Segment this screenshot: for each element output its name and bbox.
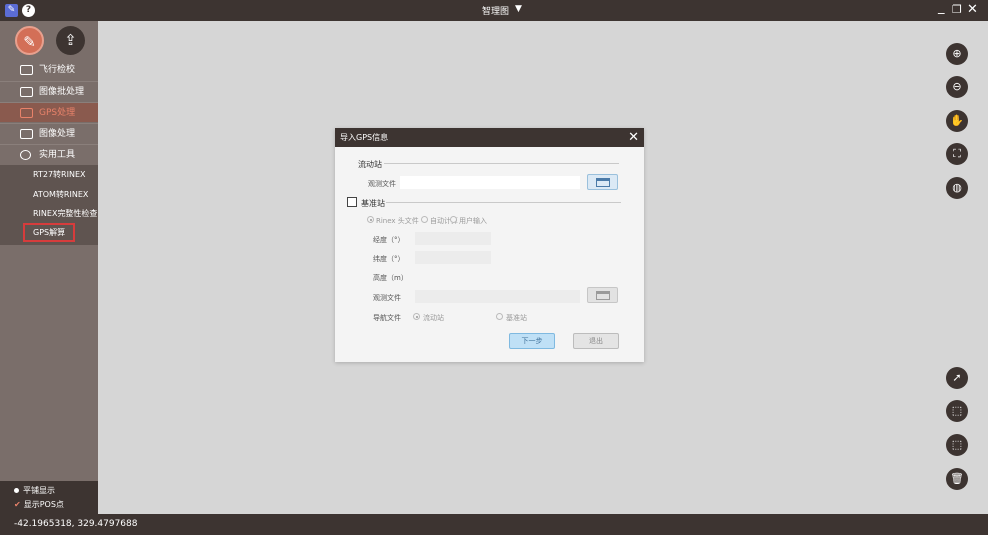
sidebar-item-batch-image[interactable]: 图像批处理 <box>0 81 98 101</box>
submenu-item-gps-solve[interactable]: GPS解算 <box>23 223 75 242</box>
check-icon: ✔ <box>14 500 21 509</box>
rover-section-label: 流动站 <box>358 160 382 169</box>
next-button[interactable]: 下一步 <box>509 333 555 349</box>
radio-nav-rover[interactable] <box>413 313 420 320</box>
exit-button[interactable]: 退出 <box>573 333 619 349</box>
rover-obs-file-input[interactable] <box>400 176 580 189</box>
deselect-box-button[interactable]: ⬚ <box>946 434 968 456</box>
rover-browse-button[interactable] <box>587 174 618 190</box>
nav-file-label: 导航文件 <box>373 314 401 322</box>
base-obs-file-input[interactable] <box>415 290 580 303</box>
radio-nav-base-label: 基准站 <box>506 314 527 322</box>
globe-button[interactable]: ◍ <box>946 177 968 199</box>
divider <box>386 202 621 203</box>
zoom-in-button[interactable]: ⊕ <box>946 43 968 65</box>
sidebar-item-utilities[interactable]: 实用工具 <box>0 144 98 164</box>
title-bar: ✎ ? 智理图 ▼ _ ❐ ✕ <box>0 0 988 21</box>
tile-display-label: 平铺显示 <box>23 486 55 495</box>
submenu-item-rt27-rinex[interactable]: RT27转RINEX <box>0 165 98 184</box>
radio-rinex-header[interactable] <box>367 216 374 223</box>
sidebar-item-gps[interactable]: GPS处理 <box>0 102 98 122</box>
radio-nav-rover-label: 流动站 <box>423 314 444 322</box>
camera-icon <box>20 65 33 75</box>
image-processing-icon <box>20 129 33 139</box>
sidebar-item-label: 图像批处理 <box>39 87 85 97</box>
base-section-label: 基准站 <box>361 199 385 208</box>
pan-button[interactable]: ✋ <box>946 110 968 132</box>
cursor-coordinates: -42.1965318, 329.4797688 <box>14 519 138 529</box>
latitude-input[interactable] <box>415 251 491 264</box>
latitude-label: 纬度（°） <box>373 255 405 263</box>
base-obs-file-label: 观测文件 <box>373 294 401 302</box>
tile-display-option[interactable]: 平铺显示 <box>14 485 55 496</box>
show-pos-option[interactable]: ✔ 显示POS点 <box>14 499 64 510</box>
submenu-item-rinex-check[interactable]: RINEX完整性检查 <box>0 204 98 223</box>
minimize-button[interactable]: _ <box>938 0 945 16</box>
sidebar-item-label: 飞行检校 <box>39 65 76 75</box>
wrench-icon <box>20 150 31 160</box>
satellite-icon <box>20 108 33 118</box>
longitude-input[interactable] <box>415 232 491 245</box>
radio-user-input-label: 用户输入 <box>459 217 487 225</box>
pan-hand-icon: ✋ <box>950 114 964 127</box>
sidebar-item-flight-calibration[interactable]: 飞行检校 <box>0 60 98 80</box>
help-icon[interactable]: ? <box>22 4 35 17</box>
deselect-box-icon: ⬚ <box>951 438 963 451</box>
zoom-in-icon: ⊕ <box>952 47 962 60</box>
close-icon[interactable]: ✕ <box>628 128 639 147</box>
app-logo-icon: ✎ <box>5 4 18 17</box>
trash-icon: 🗑 <box>950 472 964 485</box>
radio-auto-compute[interactable] <box>421 216 428 223</box>
delete-button[interactable]: 🗑 <box>946 468 968 490</box>
zoom-out-button[interactable]: ⊖ <box>946 76 968 98</box>
zoom-out-icon: ⊖ <box>952 80 962 93</box>
brush-tool-button[interactable]: ✎ <box>15 26 44 55</box>
title-dropdown-caret-icon[interactable]: ▼ <box>515 4 522 14</box>
divider <box>384 163 619 164</box>
folder-icon <box>596 178 610 187</box>
brush-icon: ✎ <box>23 33 36 51</box>
window-title: 智理图 <box>482 7 510 17</box>
folder-icon <box>596 291 610 300</box>
dialog-header: 导入GPS信息 ✕ <box>335 128 644 147</box>
sidebar-item-label: 图像处理 <box>39 129 76 139</box>
height-label: 高度（m） <box>373 274 408 282</box>
fullscreen-button[interactable]: ⛶ <box>946 143 968 165</box>
select-box-button[interactable]: ⬚ <box>946 400 968 422</box>
status-bar: -42.1965318, 329.4797688 <box>0 514 988 535</box>
restore-button[interactable]: ❐ <box>952 2 962 18</box>
base-station-checkbox[interactable] <box>347 197 357 207</box>
close-window-button[interactable]: ✕ <box>967 2 978 18</box>
select-arrow-button[interactable]: ➚ <box>946 367 968 389</box>
select-box-icon: ⬚ <box>951 404 963 417</box>
upload-icon: ⇪ <box>64 31 77 49</box>
import-gps-dialog: 导入GPS信息 ✕ 流动站 观测文件 基准站 Rinex 头文件 自动计算 用户… <box>335 128 644 362</box>
rover-obs-file-label: 观测文件 <box>368 180 396 188</box>
sidebar-item-label: 实用工具 <box>39 150 76 160</box>
image-batch-icon <box>20 87 33 97</box>
radio-user-input[interactable] <box>450 216 457 223</box>
show-pos-label: 显示POS点 <box>23 500 64 509</box>
sidebar: ✎ ⇪ 飞行检校 图像批处理 GPS处理 图像处理 实用工具 RT27转RINE… <box>0 21 98 514</box>
radio-nav-base[interactable] <box>496 313 503 320</box>
radio-dot-icon <box>14 488 19 493</box>
utilities-submenu: RT27转RINEX ATOM转RINEX RINEX完整性检查 GPS解算 <box>0 165 98 245</box>
sidebar-item-image-processing[interactable]: 图像处理 <box>0 123 98 143</box>
radio-rinex-header-label: Rinex 头文件 <box>376 217 419 225</box>
display-options-panel: 平铺显示 ✔ 显示POS点 <box>0 481 98 514</box>
globe-icon: ◍ <box>952 181 962 194</box>
longitude-label: 经度（°） <box>373 236 405 244</box>
submenu-item-atom-rinex[interactable]: ATOM转RINEX <box>0 185 98 204</box>
sidebar-item-label: GPS处理 <box>39 108 76 118</box>
upload-tool-button[interactable]: ⇪ <box>56 26 85 55</box>
select-arrow-icon: ➚ <box>952 371 962 384</box>
base-browse-button[interactable] <box>587 287 618 303</box>
dialog-title: 导入GPS信息 <box>340 133 389 142</box>
fullscreen-icon: ⛶ <box>953 147 961 160</box>
